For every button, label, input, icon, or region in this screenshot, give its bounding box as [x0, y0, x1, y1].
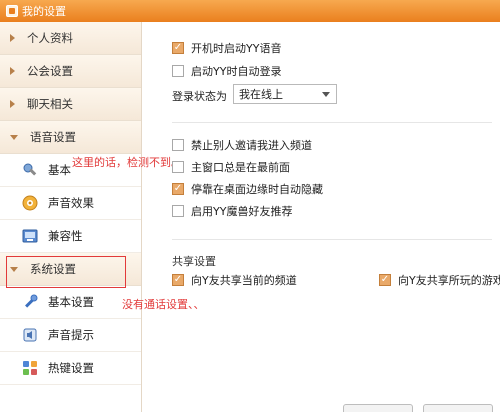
app-logo-icon	[6, 5, 18, 17]
option-label: 禁止别人邀请我进入频道	[191, 139, 312, 152]
sidebar-category-label: 语音设置	[30, 130, 76, 144]
startup-option-autologin[interactable]: 启动YY时自动登录	[172, 63, 281, 79]
wrench-icon	[22, 162, 38, 178]
dialog-button[interactable]	[343, 404, 413, 412]
share-option-game[interactable]: 向Y友共享所玩的游戏	[379, 272, 500, 288]
share-section-title: 共享设置	[172, 255, 216, 268]
chevron-down-icon	[322, 92, 330, 97]
sidebar-category-chat[interactable]: 聊天相关	[0, 88, 141, 121]
share-option-channel[interactable]: 向Y友共享当前的频道	[172, 272, 297, 288]
startup-option-autostart[interactable]: 开机时启动YY语音	[172, 40, 281, 56]
sidebar-category-voice[interactable]: 语音设置	[0, 121, 141, 154]
sidebar-item-label: 热键设置	[48, 361, 94, 375]
checkbox[interactable]	[379, 274, 391, 286]
sidebar-item-label: 声音提示	[48, 328, 94, 342]
sidebar-item-label: 兼容性	[48, 229, 83, 243]
sidebar-item-label: 声音效果	[48, 196, 94, 210]
expand-arrow-icon	[10, 34, 15, 42]
hotkey-icon	[22, 360, 38, 376]
divider	[172, 122, 492, 123]
speaker-icon	[22, 327, 38, 343]
sidebar-item-sound-effects[interactable]: 声音效果	[0, 187, 141, 220]
login-status-select[interactable]: 我在线上	[233, 84, 337, 104]
sidebar-category-label: 个人资料	[27, 31, 73, 45]
option-label: 向Y友共享当前的频道	[191, 274, 297, 287]
window-title: 我的设置	[22, 5, 66, 18]
sidebar-item-hotkeys[interactable]: 热键设置	[0, 352, 141, 385]
option-always-on-top[interactable]: 主窗口总是在最前面	[172, 159, 290, 175]
wrench-icon	[22, 294, 38, 310]
sidebar-item-label: 基本设置	[48, 295, 94, 309]
sidebar-item-system-basic[interactable]: 基本设置	[0, 286, 141, 319]
checkbox[interactable]	[172, 205, 184, 217]
sidebar-item-compatibility[interactable]: 兼容性	[0, 220, 141, 253]
divider	[172, 239, 492, 240]
checkbox[interactable]	[172, 42, 184, 54]
checkbox[interactable]	[172, 183, 184, 195]
checkbox[interactable]	[172, 65, 184, 77]
collapse-arrow-icon	[10, 134, 18, 140]
sound-effect-icon	[22, 195, 38, 211]
option-label: 开机时启动YY语音	[191, 42, 282, 55]
option-label: 主窗口总是在最前面	[191, 161, 290, 174]
compat-icon	[22, 228, 38, 244]
option-label: 启用YY魔兽好友推荐	[191, 205, 293, 218]
highlight-box	[6, 256, 126, 288]
option-wow-friends[interactable]: 启用YY魔兽好友推荐	[172, 203, 292, 219]
expand-arrow-icon	[10, 67, 15, 75]
login-status-label: 登录状态为	[172, 90, 227, 103]
title-bar: 我的设置	[0, 0, 500, 22]
dialog-button[interactable]	[423, 404, 493, 412]
checkbox[interactable]	[172, 274, 184, 286]
option-auto-hide[interactable]: 停靠在桌面边缘时自动隐藏	[172, 181, 323, 197]
checkbox[interactable]	[172, 161, 184, 173]
sidebar-category-guild[interactable]: 公会设置	[0, 55, 141, 88]
checkbox[interactable]	[172, 139, 184, 151]
option-label: 停靠在桌面边缘时自动隐藏	[191, 183, 323, 196]
sidebar-item-sound-prompt[interactable]: 声音提示	[0, 319, 141, 352]
sidebar-category-label: 聊天相关	[27, 97, 73, 111]
option-label: 启动YY时自动登录	[191, 65, 282, 78]
sidebar-category-label: 公会设置	[27, 64, 73, 78]
option-label: 向Y友共享所玩的游戏	[398, 274, 500, 287]
login-status-value: 我在线上	[239, 88, 283, 101]
sidebar-item-label: 基本	[48, 163, 71, 177]
option-block-invites[interactable]: 禁止别人邀请我进入频道	[172, 137, 312, 153]
expand-arrow-icon	[10, 100, 15, 108]
settings-sidebar: 个人资料 公会设置 聊天相关 语音设置 基本 声音效果 兼容性 系统设置 基本设…	[0, 22, 142, 412]
settings-panel: 开机时启动YY语音 启动YY时自动登录 登录状态为 我在线上 禁止别人邀请我进入…	[143, 22, 500, 412]
sidebar-category-profile[interactable]: 个人资料	[0, 22, 141, 55]
